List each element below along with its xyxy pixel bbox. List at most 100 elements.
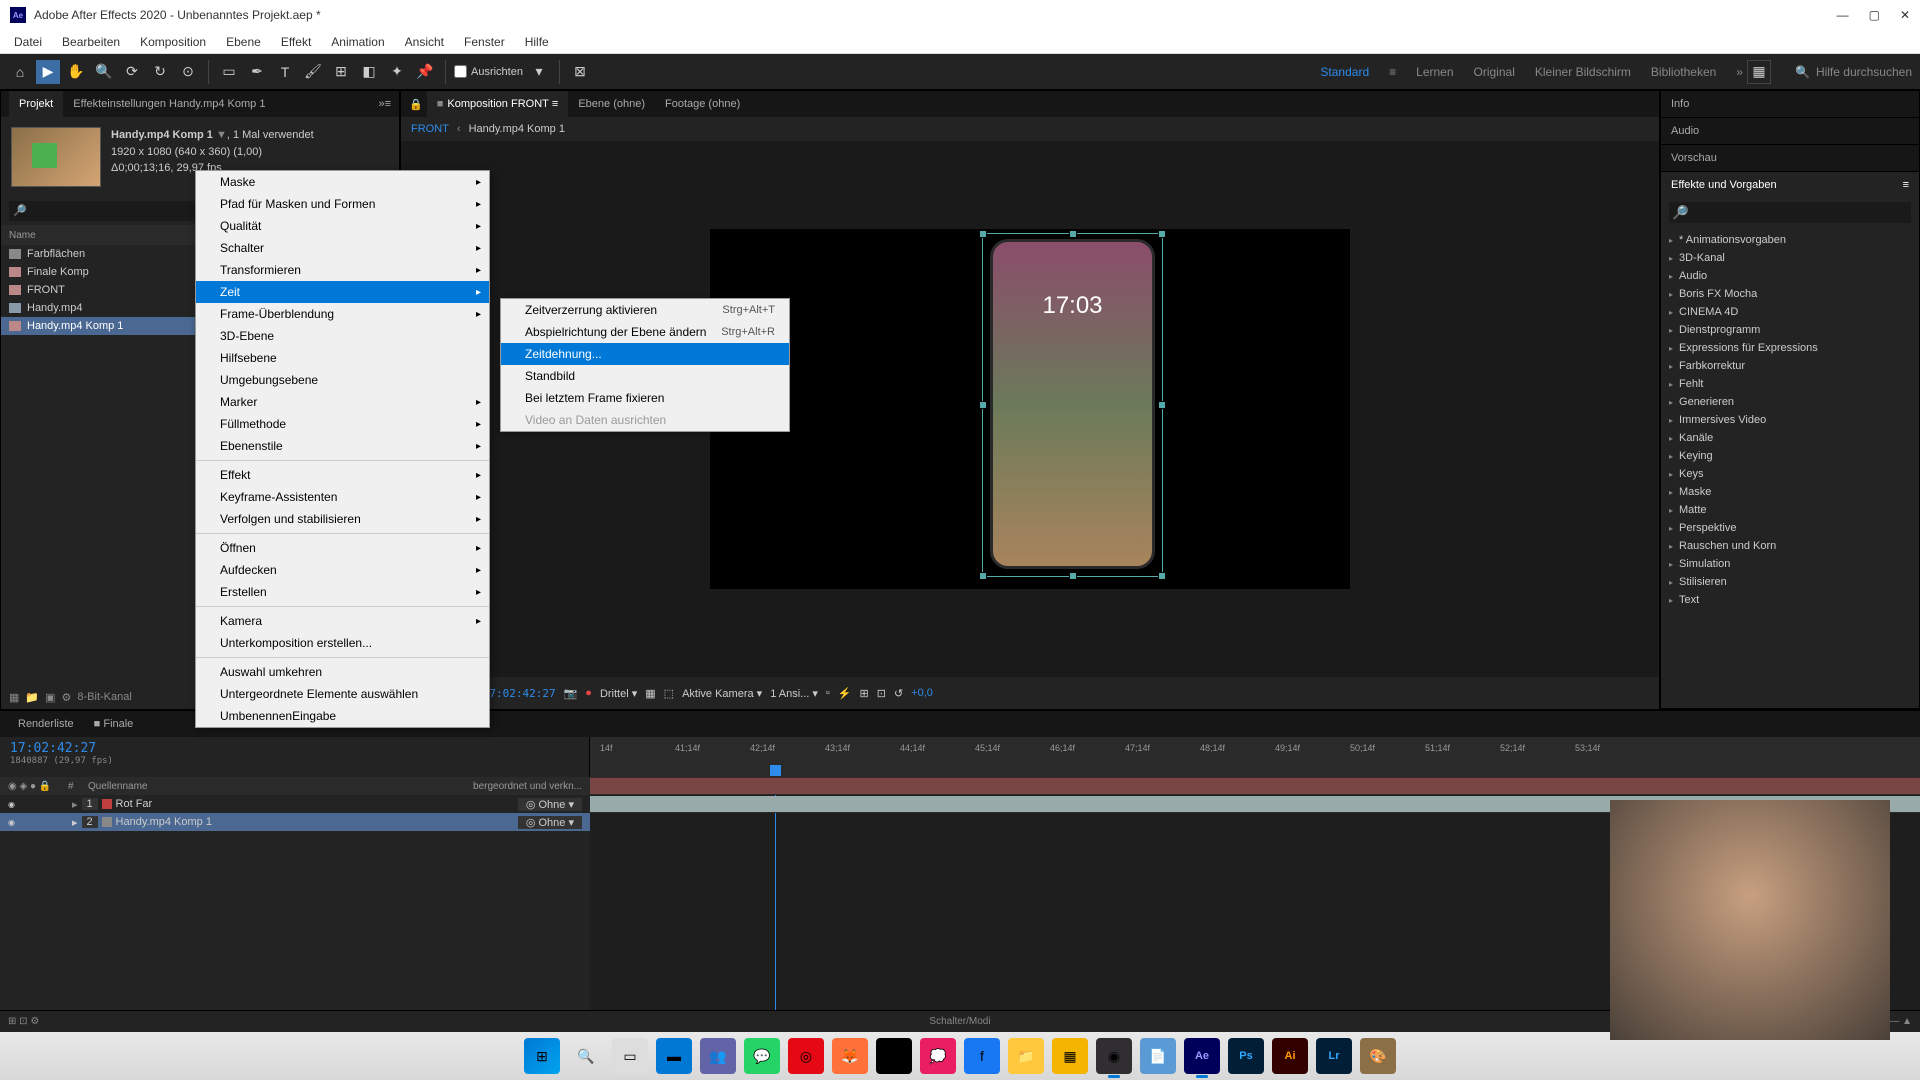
effects-category[interactable]: ▸Keys [1661,465,1919,483]
handle-mr[interactable] [1158,401,1166,409]
adjust-icon[interactable]: ⚙ [62,691,72,704]
tab-project[interactable]: Projekt [9,91,63,117]
handle-bl[interactable] [979,572,987,580]
effects-category[interactable]: ▸Expressions für Expressions [1661,339,1919,357]
menu-item[interactable]: Füllmethode [196,413,489,435]
clone-tool-icon[interactable]: ⊞ [329,60,353,84]
timeline-timecode[interactable]: 17:02:42:27 [10,741,579,756]
minimize-button[interactable]: — [1837,8,1849,22]
menu-item[interactable]: Untergeordnete Elemente auswählen [196,683,489,705]
menu-ebene[interactable]: Ebene [216,35,271,49]
workspace-lernen[interactable]: Lernen [1416,65,1453,79]
menu-item[interactable]: Keyframe-Assistenten [196,486,489,508]
close-button[interactable]: ✕ [1900,8,1910,22]
menu-datei[interactable]: Datei [4,35,52,49]
menu-item[interactable]: Ebenenstile [196,435,489,457]
workspace-panel-icon[interactable]: ▦ [1747,60,1771,84]
puppet-tool-icon[interactable]: 📌 [413,60,437,84]
layer-name[interactable]: Rot Far [116,798,153,810]
taskbar-messenger-icon[interactable]: 💭 [920,1038,956,1074]
col-name[interactable]: Name [9,230,36,241]
menu-item[interactable]: Qualität [196,215,489,237]
workspace-kleiner[interactable]: Kleiner Bildschirm [1535,65,1631,79]
layer-color-swatch[interactable] [102,817,112,827]
channel-icon[interactable]: ● [585,687,592,699]
menu-hilfe[interactable]: Hilfe [515,35,559,49]
views-dropdown[interactable]: 1 Ansi... ▾ [770,687,818,700]
menu-item[interactable]: Maske [196,171,489,193]
layer-name[interactable]: Handy.mp4 Komp 1 [116,816,212,828]
menu-item[interactable]: 3D-Ebene [196,325,489,347]
taskbar-ps-icon[interactable]: Ps [1228,1038,1264,1074]
taskbar-teams-icon[interactable]: 👥 [700,1038,736,1074]
effects-category[interactable]: ▸Farbkorrektur [1661,357,1919,375]
menu-item[interactable]: Öffnen [196,537,489,559]
menu-item[interactable]: Pfad für Masken und Formen [196,193,489,215]
effects-category[interactable]: ▸Immersives Video [1661,411,1919,429]
panel-effects-presets[interactable]: Effekte und Vorgaben≡ [1661,172,1919,198]
effects-category[interactable]: ▸Text [1661,591,1919,609]
menu-komposition[interactable]: Komposition [130,35,216,49]
taskbar-app5-icon[interactable]: 🎨 [1360,1038,1396,1074]
menu-item[interactable]: Schalter [196,237,489,259]
snap-checkbox-input[interactable] [454,65,467,78]
submenu-item[interactable]: Bei letztem Frame fixieren [501,387,789,409]
layer-color-swatch[interactable] [102,799,112,809]
menu-item[interactable]: Verfolgen und stabilisieren [196,508,489,530]
effects-category[interactable]: ▸Audio [1661,267,1919,285]
effects-category[interactable]: ▸Maske [1661,483,1919,501]
menu-fenster[interactable]: Fenster [454,35,515,49]
menu-item[interactable]: Umgebungsebene [196,369,489,391]
maximize-button[interactable]: ▢ [1869,8,1880,22]
menu-ansicht[interactable]: Ansicht [395,35,454,49]
toggle-switches-icon[interactable]: ⊞ ⊡ ⚙ [8,1016,39,1027]
panel-audio[interactable]: Audio [1661,118,1919,144]
submenu-item[interactable]: Zeitverzerrung aktivierenStrg+Alt+T [501,299,789,321]
taskbar-whatsapp-icon[interactable]: 💬 [744,1038,780,1074]
menu-item[interactable]: Aufdecken [196,559,489,581]
camera-dropdown[interactable]: Aktive Kamera ▾ [682,687,762,700]
zoom-tool-icon[interactable]: 🔍 [92,60,116,84]
snap-checkbox[interactable]: Ausrichten [454,65,523,78]
effects-category[interactable]: ▸Matte [1661,501,1919,519]
home-icon[interactable]: ⌂ [8,60,32,84]
text-tool-icon[interactable]: T [273,60,297,84]
col-source[interactable]: Quellenname [88,781,147,792]
snapshot-icon[interactable]: 📷 [564,687,578,700]
roto-tool-icon[interactable]: ✦ [385,60,409,84]
effects-category[interactable]: ▸3D-Kanal [1661,249,1919,267]
phone-layer[interactable]: 17:03 [990,239,1155,569]
tab-effect-settings[interactable]: Effekteinstellungen Handy.mp4 Komp 1 [63,91,275,117]
transparency-icon[interactable]: ▦ [645,687,655,700]
selection-tool-icon[interactable]: ▶ [36,60,60,84]
effects-category[interactable]: ▸Keying [1661,447,1919,465]
menu-item[interactable]: Hilfsebene [196,347,489,369]
breadcrumb-nested[interactable]: Handy.mp4 Komp 1 [469,123,565,135]
effects-category[interactable]: ▸* Animationsvorgaben [1661,231,1919,249]
new-comp-icon[interactable]: ▣ [45,691,55,704]
timeline-icon[interactable]: ⊞ [860,687,869,700]
menu-item[interactable]: Kamera [196,610,489,632]
new-folder-icon[interactable]: 📁 [25,691,39,704]
effects-category[interactable]: ▸Fehlt [1661,375,1919,393]
help-search[interactable]: 🔍 Hilfe durchsuchen [1795,65,1912,79]
resolution-dropdown[interactable]: Drittel ▾ [600,687,637,700]
taskbar-explorer-icon[interactable]: ▬ [656,1038,692,1074]
workspace-standard[interactable]: Standard [1320,65,1369,79]
orbit-tool-icon[interactable]: ⟳ [120,60,144,84]
hand-tool-icon[interactable]: ✋ [64,60,88,84]
timeline-ruler[interactable]: 14f41;14f42;14f43;14f44;14f45;14f46;14f4… [590,737,1920,777]
workspace-more-icon[interactable]: » [1736,65,1743,79]
menu-effekt[interactable]: Effekt [271,35,321,49]
menu-animation[interactable]: Animation [321,35,394,49]
effects-category[interactable]: ▸Stilisieren [1661,573,1919,591]
taskbar-obs-icon[interactable]: ◉ [1096,1038,1132,1074]
composition-canvas[interactable]: 17:03 [710,229,1350,589]
3d-icon[interactable]: ⬚ [664,687,674,700]
flowchart-icon[interactable]: ⊡ [877,687,886,700]
submenu-item[interactable]: Zeitdehnung... [501,343,789,365]
menu-item[interactable]: Zeit [196,281,489,303]
taskbar-lr-icon[interactable]: Lr [1316,1038,1352,1074]
handle-bc[interactable] [1069,572,1077,580]
taskbar-folder-icon[interactable]: 📁 [1008,1038,1044,1074]
